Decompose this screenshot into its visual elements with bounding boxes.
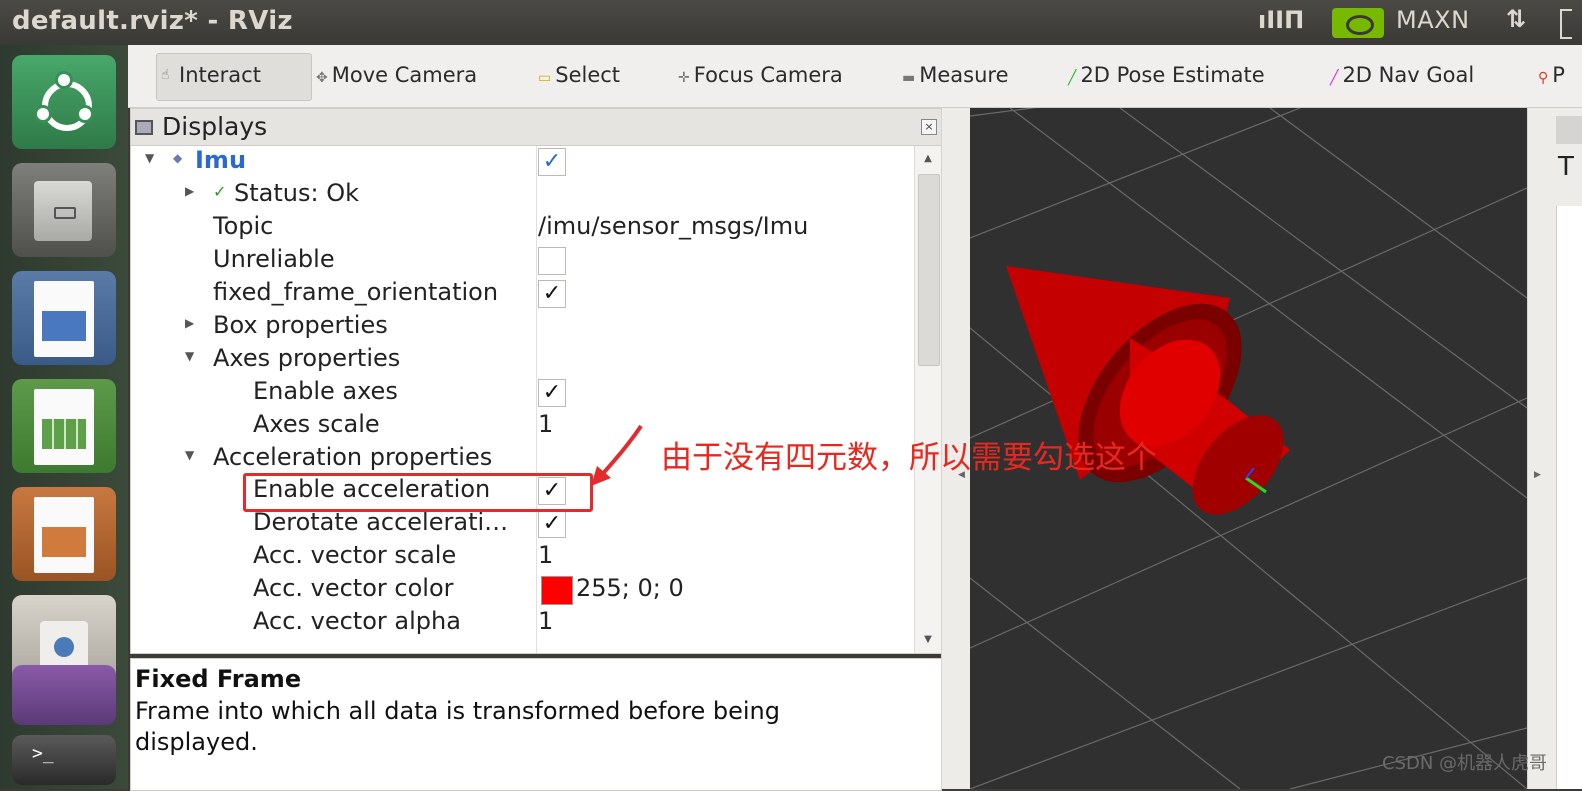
hand-icon: ☝ <box>161 67 170 83</box>
tool-focus-camera[interactable]: ✛ Focus Camera <box>678 63 843 87</box>
unreliable-checkbox[interactable] <box>538 247 566 275</box>
network-icon[interactable]: ıIIΠ <box>1258 6 1304 34</box>
files-icon[interactable] <box>12 163 116 257</box>
tree-row-fixed-frame-orientation[interactable]: fixed_frame_orientation ✓ <box>131 278 911 311</box>
move-icon: ✥ <box>316 70 328 86</box>
collapse-arrow-icon[interactable]: ▶ <box>185 316 194 330</box>
tree-row-unreliable[interactable]: Unreliable <box>131 245 911 278</box>
tool-publish-point[interactable]: ⚲ P <box>1538 63 1565 87</box>
scroll-thumb[interactable] <box>918 174 940 366</box>
tree-row-topic[interactable]: Topic /imu/sensor_msgs/Imu <box>131 212 911 245</box>
nvidia-icon[interactable] <box>1332 8 1384 38</box>
watermark: CSDN @机器人虎哥 <box>1382 753 1548 774</box>
enable-axes-checkbox[interactable]: ✓ <box>538 379 566 407</box>
acc-vector-scale-value[interactable]: 1 <box>538 541 553 569</box>
terminal-icon[interactable]: >_ <box>12 735 116 785</box>
tool-move-camera[interactable]: ✥ Move Camera <box>316 63 477 87</box>
ubuntu-home-icon[interactable] <box>12 55 116 149</box>
tool-2d-nav-goal[interactable]: ╱ 2D Nav Goal <box>1330 63 1474 87</box>
topic-value[interactable]: /imu/sensor_msgs/Imu <box>538 212 808 240</box>
tree-row-acc-vector-color[interactable]: Acc. vector color 255; 0; 0 <box>131 574 911 607</box>
axes-scale-value[interactable]: 1 <box>538 410 553 438</box>
power-mode-indicator[interactable]: MAXN <box>1396 6 1470 34</box>
imu-enable-checkbox[interactable]: ✓ <box>538 148 566 176</box>
tool-2d-pose-estimate[interactable]: ╱ 2D Pose Estimate <box>1068 63 1265 87</box>
tree-row-box-properties[interactable]: ▶ Box properties <box>131 311 911 344</box>
property-description-panel: Fixed Frame Frame into which all data is… <box>130 658 942 791</box>
close-icon[interactable]: × <box>921 119 937 135</box>
expand-arrow-icon[interactable]: ▼ <box>185 448 194 462</box>
expand-arrow-icon[interactable]: ▼ <box>145 151 154 165</box>
pose-arrow-icon: ╱ <box>1068 70 1077 86</box>
right-panel-content <box>1556 206 1582 789</box>
tool-measure[interactable]: ▬ Measure <box>902 63 1008 87</box>
writer-icon[interactable] <box>12 271 116 365</box>
select-icon: ▭ <box>538 70 552 86</box>
description-title: Fixed Frame <box>135 665 302 693</box>
window-title: default.rviz* - RViz <box>12 6 293 36</box>
monitor-icon <box>135 120 153 135</box>
rviz-toolbar: ☝ Interact ✥ Move Camera ▭ Select ✛ Focus C… <box>128 45 1582 108</box>
collapse-right-icon[interactable]: ▶ <box>1534 470 1541 480</box>
displays-header: Displays × <box>131 109 941 146</box>
transfer-icon[interactable]: ⇅ <box>1506 5 1526 33</box>
derotate-acceleration-checkbox[interactable]: ✓ <box>538 510 566 538</box>
tool-interact[interactable]: ☝ Interact <box>156 53 312 101</box>
displays-panel: Displays × ▼ ◆ Imu ✓ ▶ ✓ Status: Ok Topi… <box>130 108 942 654</box>
settings-tools-icon[interactable] <box>12 665 116 725</box>
color-swatch[interactable] <box>541 576 573 605</box>
focus-icon: ✛ <box>678 70 690 86</box>
tree-row-derotate-acceleration[interactable]: Derotate accelerati… ✓ <box>131 508 911 541</box>
tree-row-enable-axes[interactable]: Enable axes ✓ <box>131 377 911 410</box>
fixed-frame-orientation-checkbox[interactable]: ✓ <box>538 280 566 308</box>
tray-more-icon[interactable] <box>1560 9 1572 39</box>
status-ok-icon: ✓ <box>213 182 227 201</box>
top-panel: default.rviz* - RViz ıIIΠ MAXN ⇅ <box>0 0 1582 45</box>
annotation-highlight-box <box>243 473 593 512</box>
vertical-scrollbar[interactable]: ▲ ▼ <box>914 146 941 653</box>
acc-vector-color-value[interactable]: 255; 0; 0 <box>576 574 684 602</box>
tree-row-imu[interactable]: ▼ ◆ Imu ✓ <box>131 146 911 179</box>
calc-icon[interactable] <box>12 379 116 473</box>
tree-row-acc-vector-alpha[interactable]: Acc. vector alpha 1 <box>131 607 911 640</box>
acc-vector-alpha-value[interactable]: 1 <box>538 607 553 635</box>
right-panel: ▶ T <box>1527 108 1582 789</box>
description-body: Frame into which all data is transformed… <box>135 697 780 756</box>
pin-icon: ⚲ <box>1538 70 1549 86</box>
tool-select[interactable]: ▭ Select <box>538 63 620 87</box>
scroll-up-icon[interactable]: ▲ <box>915 146 941 172</box>
goal-arrow-icon: ╱ <box>1330 70 1339 86</box>
annotation-text: 由于没有四元数，所以需要勾选这个 <box>661 440 1157 476</box>
expand-arrow-icon[interactable]: ▼ <box>185 349 194 363</box>
tree-row-status[interactable]: ▶ ✓ Status: Ok <box>131 179 911 212</box>
right-panel-title: T <box>1558 152 1574 182</box>
tree-row-axes-properties[interactable]: ▼ Axes properties <box>131 344 911 377</box>
launcher: >_ <box>0 45 128 789</box>
display-type-icon: ◆ <box>173 151 183 165</box>
right-panel-tab[interactable] <box>1556 116 1582 144</box>
displays-title: Displays <box>162 112 268 141</box>
collapse-arrow-icon[interactable]: ▶ <box>185 184 194 198</box>
annotation-arrow-icon <box>591 424 643 486</box>
imu-acceleration-arrow <box>1006 266 1290 515</box>
scroll-down-icon[interactable]: ▼ <box>915 627 941 653</box>
ruler-icon: ▬ <box>902 70 916 86</box>
impress-icon[interactable] <box>12 487 116 581</box>
tree-row-acc-vector-scale[interactable]: Acc. vector scale 1 <box>131 541 911 574</box>
